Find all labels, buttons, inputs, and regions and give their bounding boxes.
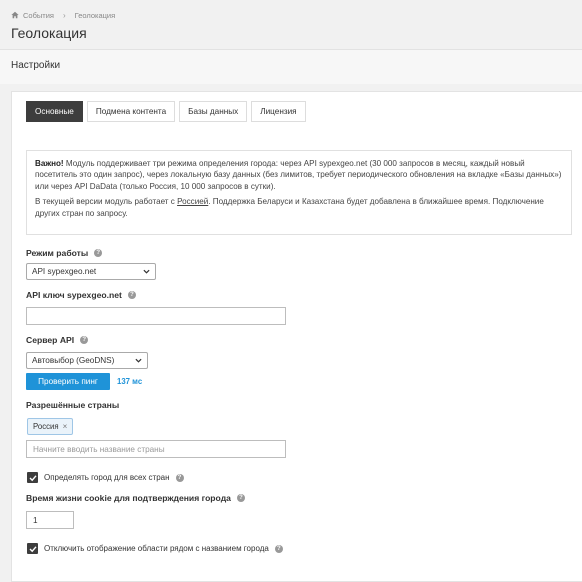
cookie-lifetime-input[interactable]: 1 <box>26 511 74 529</box>
country-search-input[interactable]: Начните вводить название страны <box>26 440 286 458</box>
check-ping-button[interactable]: Проверить пинг <box>26 373 110 390</box>
tab-databases[interactable]: Базы данных <box>179 101 248 122</box>
countries-label-text: Разрешённые страны <box>26 400 120 410</box>
countries-label: Разрешённые страны <box>26 400 119 410</box>
help-icon[interactable]: ? <box>236 494 245 502</box>
mode-label-text: Режим работы <box>26 248 89 258</box>
server-select-value: Автовыбор (GeoDNS) <box>32 356 115 365</box>
help-icon[interactable]: ? <box>175 473 184 482</box>
chevron-down-icon <box>135 358 142 363</box>
breadcrumb: События › Геолокация <box>11 9 115 21</box>
remove-tag-icon[interactable]: × <box>63 422 68 431</box>
help-icon[interactable]: ? <box>94 249 103 257</box>
help-icon[interactable]: ? <box>274 544 283 553</box>
mode-select-value: API sypexgeo.net <box>32 267 97 276</box>
notice-paragraph-1: Важно! Модуль поддерживает три режима оп… <box>35 158 563 192</box>
settings-panel: Основные Подмена контента Базы данных Ли… <box>11 91 582 582</box>
api-key-label-text: API ключ sypexgeo.net <box>26 290 122 300</box>
api-key-label: API ключ sypexgeo.net? <box>26 290 136 300</box>
country-search-placeholder: Начните вводить название страны <box>33 444 165 454</box>
country-tag-label: Россия <box>33 422 59 431</box>
notice-paragraph-2: В текущей версии модуль работает с Росси… <box>35 196 563 219</box>
tab-license[interactable]: Лицензия <box>251 101 306 122</box>
hide-region-checkbox-row[interactable]: Отключить отображение области рядом с на… <box>27 543 283 554</box>
chevron-down-icon <box>143 269 150 274</box>
home-icon[interactable] <box>11 11 19 19</box>
hide-region-label: Отключить отображение области рядом с на… <box>44 544 269 553</box>
breadcrumb-current: Геолокация <box>74 10 116 20</box>
breadcrumb-separator-icon: › <box>62 10 66 20</box>
detect-all-checkbox-row[interactable]: Определять город для всех стран ? <box>27 472 184 483</box>
mode-label: Режим работы? <box>26 248 103 258</box>
cookie-label-text: Время жизни cookie для подтверждения гор… <box>26 493 231 503</box>
notice-text-2-pre: В текущей версии модуль работает с <box>35 197 178 207</box>
detect-all-label: Определять город для всех стран <box>44 473 170 482</box>
help-icon[interactable]: ? <box>80 336 89 344</box>
api-key-input[interactable] <box>26 307 286 325</box>
section-title: Настройки <box>11 60 61 71</box>
help-icon[interactable]: ? <box>127 291 136 299</box>
section-bar <box>0 50 582 84</box>
notice-box: Важно! Модуль поддерживает три режима оп… <box>26 150 572 235</box>
notice-strong: Важно! <box>35 159 64 168</box>
country-tag: Россия × <box>27 418 74 435</box>
tab-main[interactable]: Основные <box>26 101 83 122</box>
tab-content-replace[interactable]: Подмена контента <box>86 101 176 122</box>
checkbox-checked-icon[interactable] <box>27 472 38 483</box>
ping-result: 137 мс <box>117 377 143 386</box>
tabs: Основные Подмена контента Базы данных Ли… <box>26 101 306 122</box>
checkbox-checked-icon[interactable] <box>27 543 38 554</box>
breadcrumb-parent[interactable]: События <box>23 11 54 20</box>
notice-text-1: Модуль поддерживает три режима определен… <box>35 159 562 191</box>
server-label-text: Сервер API <box>26 335 75 345</box>
server-select[interactable]: Автовыбор (GeoDNS) <box>26 352 148 369</box>
mode-select[interactable]: API sypexgeo.net <box>26 263 156 280</box>
page-title: Геолокация <box>11 25 87 41</box>
cookie-label: Время жизни cookie для подтверждения гор… <box>26 493 245 503</box>
notice-russia-link[interactable]: Россией <box>177 197 208 206</box>
server-label: Сервер API? <box>26 335 89 345</box>
